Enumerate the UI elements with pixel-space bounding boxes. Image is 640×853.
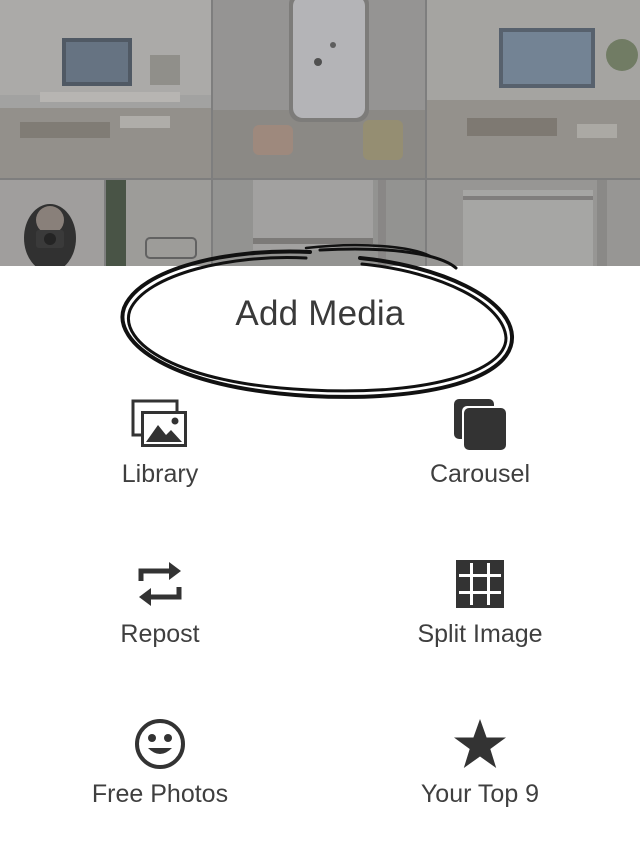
star-icon <box>450 716 510 772</box>
glass-object-photo[interactable] <box>106 180 211 266</box>
photo-grid <box>0 0 640 266</box>
your-top-9-label: Your Top 9 <box>420 780 540 808</box>
desk-setup-photo-2[interactable] <box>427 0 640 178</box>
repost-arrows-icon <box>130 556 190 612</box>
library-option[interactable]: Library <box>40 396 280 506</box>
photo-library-icon <box>130 396 190 452</box>
repost-option[interactable]: Repost <box>40 556 280 666</box>
phone-mockup-photo[interactable] <box>213 0 425 178</box>
carousel-stack-icon <box>450 396 510 452</box>
free-photos-label: Free Photos <box>91 780 229 808</box>
library-label: Library <box>121 460 199 488</box>
window-photo-2[interactable] <box>427 180 640 266</box>
desk-setup-photo[interactable] <box>0 0 211 178</box>
free-photos-option[interactable]: Free Photos <box>40 716 280 826</box>
carousel-option[interactable]: Carousel <box>360 396 600 506</box>
split-image-label: Split Image <box>417 620 543 648</box>
your-top-9-option[interactable]: Your Top 9 <box>360 716 600 826</box>
split-image-option[interactable]: Split Image <box>360 556 600 666</box>
window-photo[interactable] <box>213 180 425 266</box>
sheet-title: Add Media <box>235 294 405 333</box>
smiley-face-icon <box>130 716 190 772</box>
grid-split-icon <box>450 556 510 612</box>
add-media-sheet: Add Media Library Carousel Repost Split … <box>0 266 640 853</box>
repost-label: Repost <box>120 620 200 648</box>
mirror-selfie-photo[interactable] <box>0 180 104 266</box>
add-media-screen: Add Media Library Carousel Repost Split … <box>0 0 640 853</box>
carousel-label: Carousel <box>429 460 531 488</box>
